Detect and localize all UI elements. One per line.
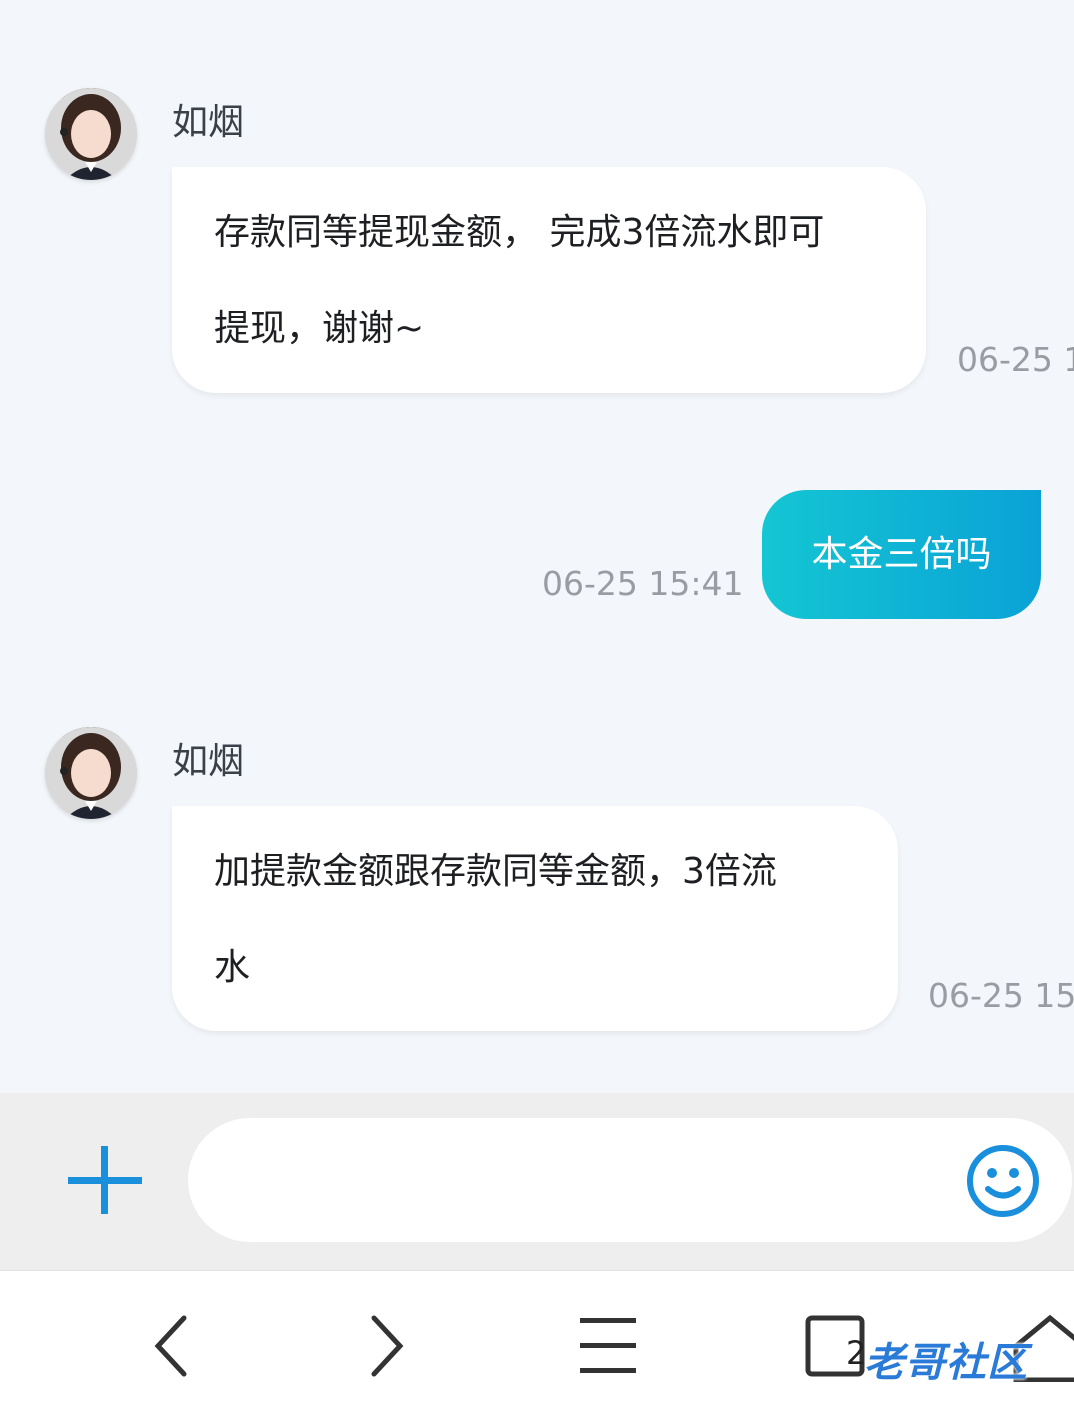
chat-area[interactable]: 如烟 存款同等提现金额， 完成3倍流水即可 提现，谢谢~ 06-25 1 06-… [0, 0, 1074, 1093]
incoming-message-bubble[interactable]: 加提款金额跟存款同等金额，3倍流 水 [172, 806, 898, 1031]
watermark: 老哥社区 [864, 1340, 1028, 1386]
message-text-line: 加提款金额跟存款同等金额，3倍流 [214, 851, 777, 892]
chevron-right-icon[interactable] [346, 1310, 426, 1382]
message-timestamp: 06-25 15:41 [542, 564, 744, 603]
message-text-line: 提现，谢谢~ [214, 308, 425, 349]
agent-avatar[interactable] [45, 727, 137, 819]
smiley-icon[interactable] [966, 1144, 1040, 1218]
sender-name: 如烟 [172, 102, 245, 143]
outgoing-message-bubble[interactable]: 本金三倍吗 [762, 490, 1041, 619]
message-timestamp: 06-25 1 [957, 340, 1074, 379]
message-text-line: 存款同等提现金额， 完成3倍流水即可 [214, 212, 825, 253]
agent-avatar[interactable] [45, 88, 137, 180]
message-text-line: 水 [214, 947, 251, 988]
incoming-message-bubble[interactable]: 存款同等提现金额， 完成3倍流水即可 提现，谢谢~ [172, 167, 926, 393]
sender-name: 如烟 [172, 741, 245, 782]
chevron-left-icon[interactable] [132, 1310, 212, 1382]
plus-icon[interactable] [68, 1146, 142, 1214]
hamburger-icon[interactable] [568, 1310, 648, 1382]
message-input[interactable] [188, 1118, 1072, 1242]
message-timestamp: 06-25 15: [928, 976, 1074, 1015]
